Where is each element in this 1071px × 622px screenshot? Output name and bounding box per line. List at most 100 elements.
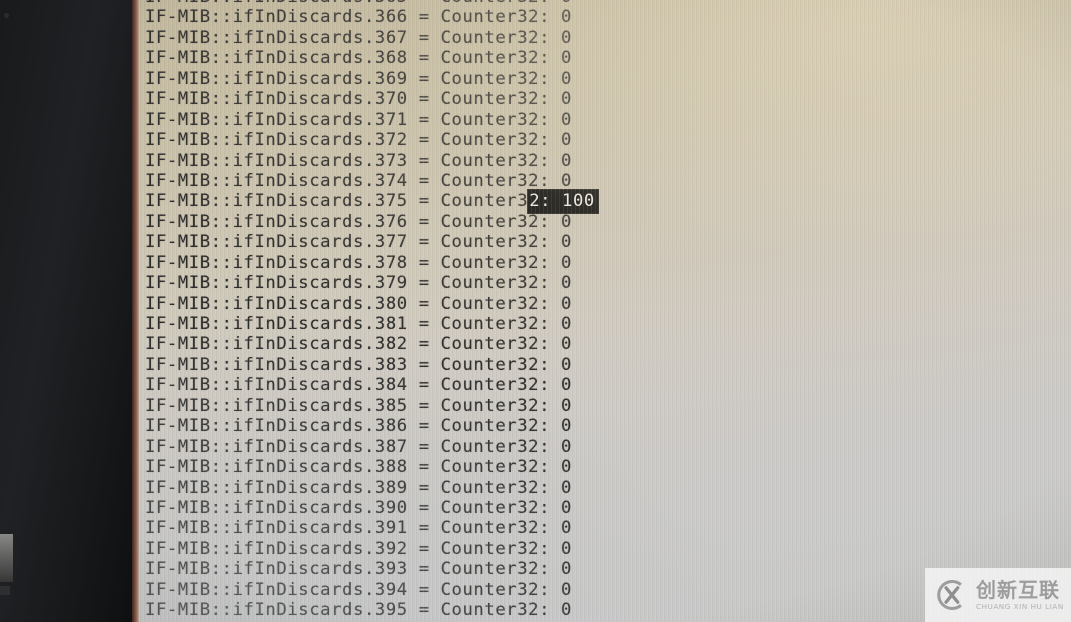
equals-separator: = [407, 457, 441, 478]
terminal-line: IF-MIB::ifInDiscards.368 = Counter32: 0 [145, 48, 1071, 68]
counter-type-label: Counter32: [440, 559, 562, 580]
photographed-monitor-screenshot: IF-MIB::ifInDiscards.365 = Counter32: 0I… [0, 0, 1071, 622]
counter-type-label: Counter32: [440, 497, 562, 518]
counter-value: 0 [561, 334, 572, 355]
watermark-text: 创新互联 CHUANG XIN HU LIAN [976, 580, 1064, 610]
equals-separator: = [407, 497, 441, 518]
counter-type-label: Counter32: [440, 457, 562, 478]
oid-text: IF-MIB::ifInDiscards.380 [145, 293, 408, 314]
counter-value: 0 [561, 211, 572, 232]
equals-separator: = [407, 130, 441, 151]
terminal-line: IF-MIB::ifInDiscards.391 = Counter32: 0 [145, 518, 1071, 538]
terminal-line: IF-MIB::ifInDiscards.389 = Counter32: 0 [145, 478, 1071, 498]
equals-separator: = [407, 89, 441, 110]
oid-text: IF-MIB::ifInDiscards.368 [145, 48, 408, 69]
counter-value: 0 [561, 579, 572, 600]
counter-value: 0 [561, 436, 572, 457]
counter-type-label: Counter32: [440, 170, 562, 191]
oid-text: IF-MIB::ifInDiscards.389 [145, 477, 408, 498]
bezel-edge-nub [0, 586, 10, 595]
equals-separator: = [407, 150, 441, 171]
counter-type-label-highlighted: 2: [529, 191, 563, 212]
oid-text: IF-MIB::ifInDiscards.392 [145, 538, 408, 559]
watermark-overlay: 创新互联 CHUANG XIN HU LIAN [925, 568, 1071, 622]
equals-separator: = [407, 436, 441, 457]
terminal-line: IF-MIB::ifInDiscards.388 = Counter32: 0 [145, 457, 1071, 477]
counter-type-label: Counter32: [440, 48, 562, 69]
snmpwalk-output: IF-MIB::ifInDiscards.365 = Counter32: 0I… [145, 0, 1071, 621]
oid-text: IF-MIB::ifInDiscards.379 [145, 273, 408, 294]
bezel-sensor-dot [4, 13, 9, 18]
counter-type-label: Counter32: [440, 232, 562, 253]
counter-value: 0 [561, 354, 572, 375]
counter-type-label: Counter32: [440, 109, 562, 130]
terminal-line: IF-MIB::ifInDiscards.374 = Counter32: 0 [145, 171, 1071, 191]
watermark-brand-cn: 创新互联 [976, 577, 1060, 602]
terminal-line: IF-MIB::ifInDiscards.376 = Counter32: 0 [145, 212, 1071, 232]
equals-separator: = [407, 518, 441, 539]
equals-separator: = [407, 232, 441, 253]
terminal-line: IF-MIB::ifInDiscards.381 = Counter32: 0 [145, 314, 1071, 334]
counter-value: 0 [561, 0, 572, 7]
counter-value: 0 [561, 48, 572, 69]
terminal-line: IF-MIB::ifInDiscards.384 = Counter32: 0 [145, 375, 1071, 395]
counter-type-label: Counter32: [440, 334, 562, 355]
oid-text: IF-MIB::ifInDiscards.367 [145, 27, 408, 48]
counter-value: 0 [561, 314, 572, 334]
counter-value: 0 [561, 150, 572, 171]
equals-separator: = [407, 477, 441, 498]
watermark-brand-pinyin: CHUANG XIN HU LIAN [976, 601, 1064, 611]
terminal-line: IF-MIB::ifInDiscards.378 = Counter32: 0 [145, 253, 1071, 273]
counter-type-label: Counter32: [440, 314, 562, 334]
counter-type-label: Counter32: [440, 416, 562, 437]
counter-type-label: Counter32: [440, 579, 562, 600]
equals-separator: = [407, 191, 441, 212]
counter-value: 0 [561, 375, 572, 396]
equals-separator: = [407, 293, 441, 314]
equals-separator: = [407, 273, 441, 294]
equals-separator: = [407, 68, 441, 89]
counter-type-label: Counter32: [440, 150, 562, 171]
bezel-edge-object [0, 534, 13, 582]
counter-type-label: Counter32: [440, 538, 562, 559]
counter-value: 0 [561, 170, 572, 191]
oid-text: IF-MIB::ifInDiscards.366 [145, 7, 408, 28]
counter-type-label: Counter32: [440, 518, 562, 539]
oid-text: IF-MIB::ifInDiscards.377 [145, 232, 408, 253]
terminal-line: IF-MIB::ifInDiscards.382 = Counter32: 0 [145, 334, 1071, 354]
oid-text: IF-MIB::ifInDiscards.381 [145, 314, 408, 334]
terminal-screen[interactable]: IF-MIB::ifInDiscards.365 = Counter32: 0I… [139, 0, 1071, 622]
terminal-line: IF-MIB::ifInDiscards.383 = Counter32: 0 [145, 355, 1071, 375]
counter-value: 0 [561, 273, 572, 294]
counter-type-label: Counter32: [440, 375, 562, 396]
counter-type-label: Counter32: [440, 89, 562, 110]
terminal-line: IF-MIB::ifInDiscards.390 = Counter32: 0 [145, 498, 1071, 518]
counter-value: 0 [561, 497, 572, 518]
terminal-line: IF-MIB::ifInDiscards.375 = Counter32: 10… [145, 190, 1071, 214]
counter-type-label: Counter3 [440, 191, 529, 212]
counter-value: 0 [561, 252, 572, 273]
counter-value-highlighted: 100 [562, 191, 595, 212]
oid-text: IF-MIB::ifInDiscards.387 [145, 436, 408, 457]
oid-text: IF-MIB::ifInDiscards.369 [145, 68, 408, 89]
counter-type-label: Counter32: [440, 68, 562, 89]
oid-text: IF-MIB::ifInDiscards.391 [145, 518, 408, 539]
terminal-line: IF-MIB::ifInDiscards.386 = Counter32: 0 [145, 416, 1071, 436]
terminal-line: IF-MIB::ifInDiscards.377 = Counter32: 0 [145, 232, 1071, 252]
counter-type-label: Counter32: [440, 436, 562, 457]
selected-text-highlight[interactable]: 2: 100 [528, 190, 598, 214]
terminal-line: IF-MIB::ifInDiscards.387 = Counter32: 0 [145, 437, 1071, 457]
oid-text: IF-MIB::ifInDiscards.388 [145, 457, 408, 478]
counter-type-label: Counter32: [440, 27, 562, 48]
counter-value: 0 [561, 89, 572, 110]
counter-value: 0 [561, 457, 572, 478]
equals-separator: = [407, 109, 441, 130]
counter-type-label: Counter32: [440, 600, 562, 621]
oid-text: IF-MIB::ifInDiscards.370 [145, 89, 408, 110]
counter-value: 0 [561, 559, 572, 580]
terminal-line: IF-MIB::ifInDiscards.369 = Counter32: 0 [145, 69, 1071, 89]
counter-value: 0 [561, 27, 572, 48]
terminal-line: IF-MIB::ifInDiscards.392 = Counter32: 0 [145, 539, 1071, 559]
oid-text: IF-MIB::ifInDiscards.382 [145, 334, 408, 355]
oid-text: IF-MIB::ifInDiscards.374 [145, 170, 408, 191]
